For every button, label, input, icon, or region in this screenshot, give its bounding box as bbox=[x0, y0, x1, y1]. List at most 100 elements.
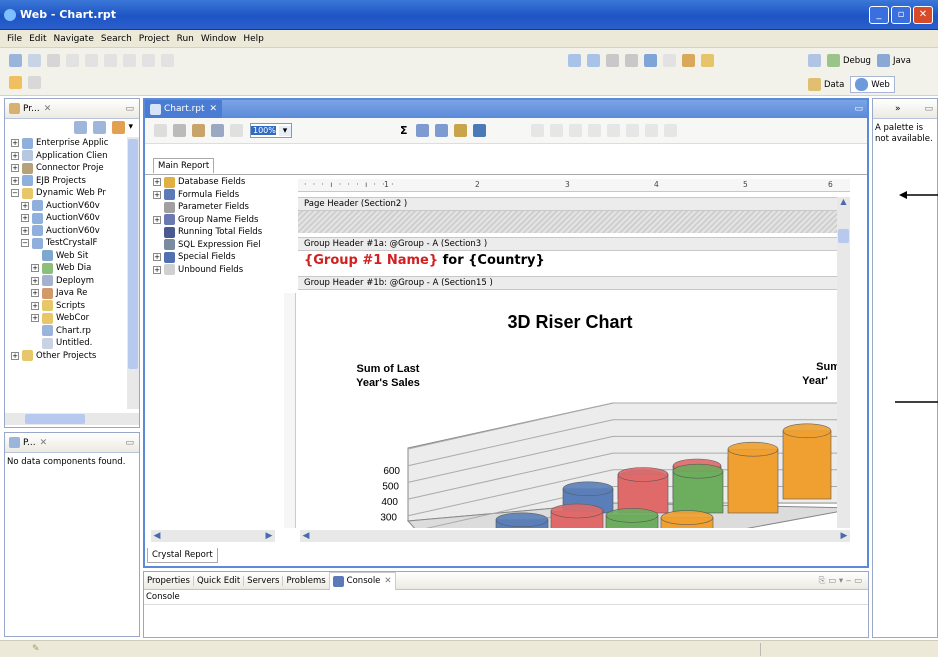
field-item[interactable]: Parameter Fields bbox=[153, 201, 277, 214]
expand-icon[interactable]: + bbox=[153, 215, 161, 224]
menu-file[interactable]: File bbox=[7, 34, 22, 44]
field-item[interactable]: + Database Fields bbox=[153, 176, 277, 189]
expand-icon[interactable]: + bbox=[11, 351, 19, 360]
refresh-icon[interactable] bbox=[587, 54, 600, 67]
align-right-icon[interactable] bbox=[663, 124, 677, 137]
expand-icon[interactable]: + bbox=[11, 164, 19, 173]
expand-icon[interactable]: + bbox=[31, 289, 39, 298]
expand-icon[interactable]: + bbox=[31, 276, 39, 285]
list-icon[interactable] bbox=[161, 54, 174, 67]
layout-icon[interactable] bbox=[606, 54, 619, 67]
chevron-down-icon[interactable] bbox=[663, 54, 676, 67]
maximize-button[interactable]: ▫ bbox=[891, 5, 911, 24]
section-group-header-1a[interactable]: Group Header #1a: @Group - A (Section3 ) bbox=[298, 237, 850, 251]
minimize-view-icon[interactable]: ▭ bbox=[125, 438, 134, 448]
group-name-field[interactable]: {Group #1 Name} for {Country} bbox=[298, 253, 850, 273]
menu-run[interactable]: Run bbox=[177, 34, 194, 44]
font-size-icon[interactable] bbox=[123, 54, 136, 67]
expand-icon[interactable]: + bbox=[31, 314, 39, 323]
close-icon[interactable]: ✕ bbox=[44, 104, 52, 114]
close-button[interactable]: ✕ bbox=[913, 5, 933, 24]
field-item[interactable]: Running Total Fields bbox=[153, 226, 277, 239]
editor-tab-chart[interactable]: Chart.rpt ✕ bbox=[145, 100, 223, 118]
link-editor-icon[interactable] bbox=[93, 120, 107, 134]
back-icon[interactable] bbox=[9, 76, 22, 89]
scroll-right-icon[interactable]: ▶ bbox=[263, 531, 275, 541]
expand-icon[interactable]: + bbox=[11, 139, 19, 148]
expand-icon[interactable]: + bbox=[31, 264, 39, 273]
menu-window[interactable]: Window bbox=[201, 34, 237, 44]
canvas-hscrollbar[interactable]: ◀ ▶ bbox=[300, 530, 850, 542]
minimize-view-icon[interactable]: ▭ bbox=[924, 104, 933, 114]
field-explorer-hscrollbar[interactable]: ◀ ▶ bbox=[151, 530, 275, 542]
debug-run-icon[interactable] bbox=[568, 54, 581, 67]
sum-icon[interactable]: Σ bbox=[400, 124, 408, 137]
links-icon[interactable] bbox=[211, 124, 224, 137]
forward-icon[interactable] bbox=[28, 76, 41, 89]
field-item[interactable]: + Group Name Fields bbox=[153, 214, 277, 227]
menu-project[interactable]: Project bbox=[139, 34, 170, 44]
perspective-java[interactable]: Java bbox=[893, 56, 911, 66]
perspective-data[interactable]: Data bbox=[824, 80, 844, 90]
field-item[interactable]: + Formula Fields bbox=[153, 189, 277, 202]
print-icon[interactable] bbox=[47, 54, 60, 67]
tab-quick-edit[interactable]: Quick Edit bbox=[192, 575, 243, 586]
close-icon[interactable]: ✕ bbox=[384, 576, 391, 586]
italic-icon[interactable] bbox=[85, 54, 98, 67]
expand-icon[interactable]: + bbox=[153, 190, 161, 199]
minimize-view-icon[interactable]: ▭ bbox=[125, 104, 134, 114]
tab-crystal-report[interactable]: Crystal Report bbox=[147, 548, 218, 563]
tab-properties[interactable]: Properties bbox=[144, 576, 193, 586]
expand-icon[interactable]: + bbox=[21, 214, 29, 223]
section-group-header-1b[interactable]: Group Header #1b: @Group - A (Section15 … bbox=[298, 276, 850, 290]
tree-item[interactable]: + Other Projects bbox=[5, 350, 125, 363]
tab-console[interactable]: Console ✕ bbox=[328, 571, 396, 590]
expand-icon[interactable]: + bbox=[11, 151, 19, 160]
expand-icon[interactable]: + bbox=[21, 226, 29, 235]
palette-overflow-icon[interactable]: » bbox=[895, 104, 901, 114]
tree-item[interactable]: + Java Re bbox=[5, 287, 125, 300]
align-left-icon[interactable] bbox=[625, 124, 639, 137]
tree-item[interactable]: + AuctionV60v bbox=[5, 225, 125, 238]
expand-icon[interactable]: + bbox=[153, 178, 161, 187]
tree-item[interactable]: + Connector Proje bbox=[5, 162, 125, 175]
pan-icon[interactable] bbox=[230, 124, 243, 137]
perspective-debug[interactable]: Debug bbox=[843, 56, 871, 66]
tree-item[interactable]: + EJB Projects bbox=[5, 175, 125, 188]
close-icon[interactable]: ✕ bbox=[40, 438, 48, 448]
expand-icon[interactable]: + bbox=[11, 176, 19, 185]
new-icon[interactable] bbox=[9, 54, 22, 67]
tree-vertical-scrollbar[interactable] bbox=[127, 137, 139, 409]
scrollbar-thumb[interactable] bbox=[838, 229, 849, 243]
tree-horizontal-scrollbar[interactable] bbox=[5, 413, 139, 425]
align-icon[interactable] bbox=[142, 54, 155, 67]
insert-crosstab-icon[interactable] bbox=[434, 124, 448, 137]
expand-icon[interactable]: + bbox=[21, 201, 29, 210]
server-icon[interactable] bbox=[682, 54, 695, 67]
tree-item[interactable]: + Enterprise Applic bbox=[5, 137, 125, 150]
collapse-icon[interactable]: − bbox=[21, 239, 29, 248]
tab-servers[interactable]: Servers bbox=[243, 575, 282, 586]
italic-icon[interactable] bbox=[587, 124, 601, 137]
select-icon[interactable] bbox=[154, 124, 167, 137]
tree-item[interactable]: Chart.rp bbox=[5, 325, 125, 338]
chevron-down-icon[interactable]: ▾ bbox=[279, 125, 291, 136]
bold-icon[interactable] bbox=[568, 124, 582, 137]
data-panel-tab[interactable]: P... bbox=[23, 438, 36, 448]
tree-item[interactable]: + AuctionV60v bbox=[5, 200, 125, 213]
field-item[interactable]: + Unbound Fields bbox=[153, 264, 277, 277]
save-icon[interactable] bbox=[28, 54, 41, 67]
tree-item[interactable]: + Deploym bbox=[5, 275, 125, 288]
canvas-vertical-scrollbar[interactable]: ▲ bbox=[837, 197, 850, 528]
chart-icon[interactable] bbox=[453, 124, 467, 137]
search-icon[interactable] bbox=[644, 54, 657, 67]
collapse-icon[interactable]: − bbox=[11, 189, 19, 198]
map-icon[interactable] bbox=[472, 124, 486, 137]
scrollbar-thumb[interactable] bbox=[128, 139, 138, 369]
minimize-button[interactable]: _ bbox=[869, 5, 889, 24]
scrollbar-thumb[interactable] bbox=[25, 414, 85, 424]
section-page-header[interactable]: Page Header (Section2 ) bbox=[298, 197, 850, 211]
tree-item[interactable]: + AuctionV60v bbox=[5, 212, 125, 225]
tree-item[interactable]: Untitled. bbox=[5, 337, 125, 350]
expand-icon[interactable]: + bbox=[153, 265, 161, 274]
